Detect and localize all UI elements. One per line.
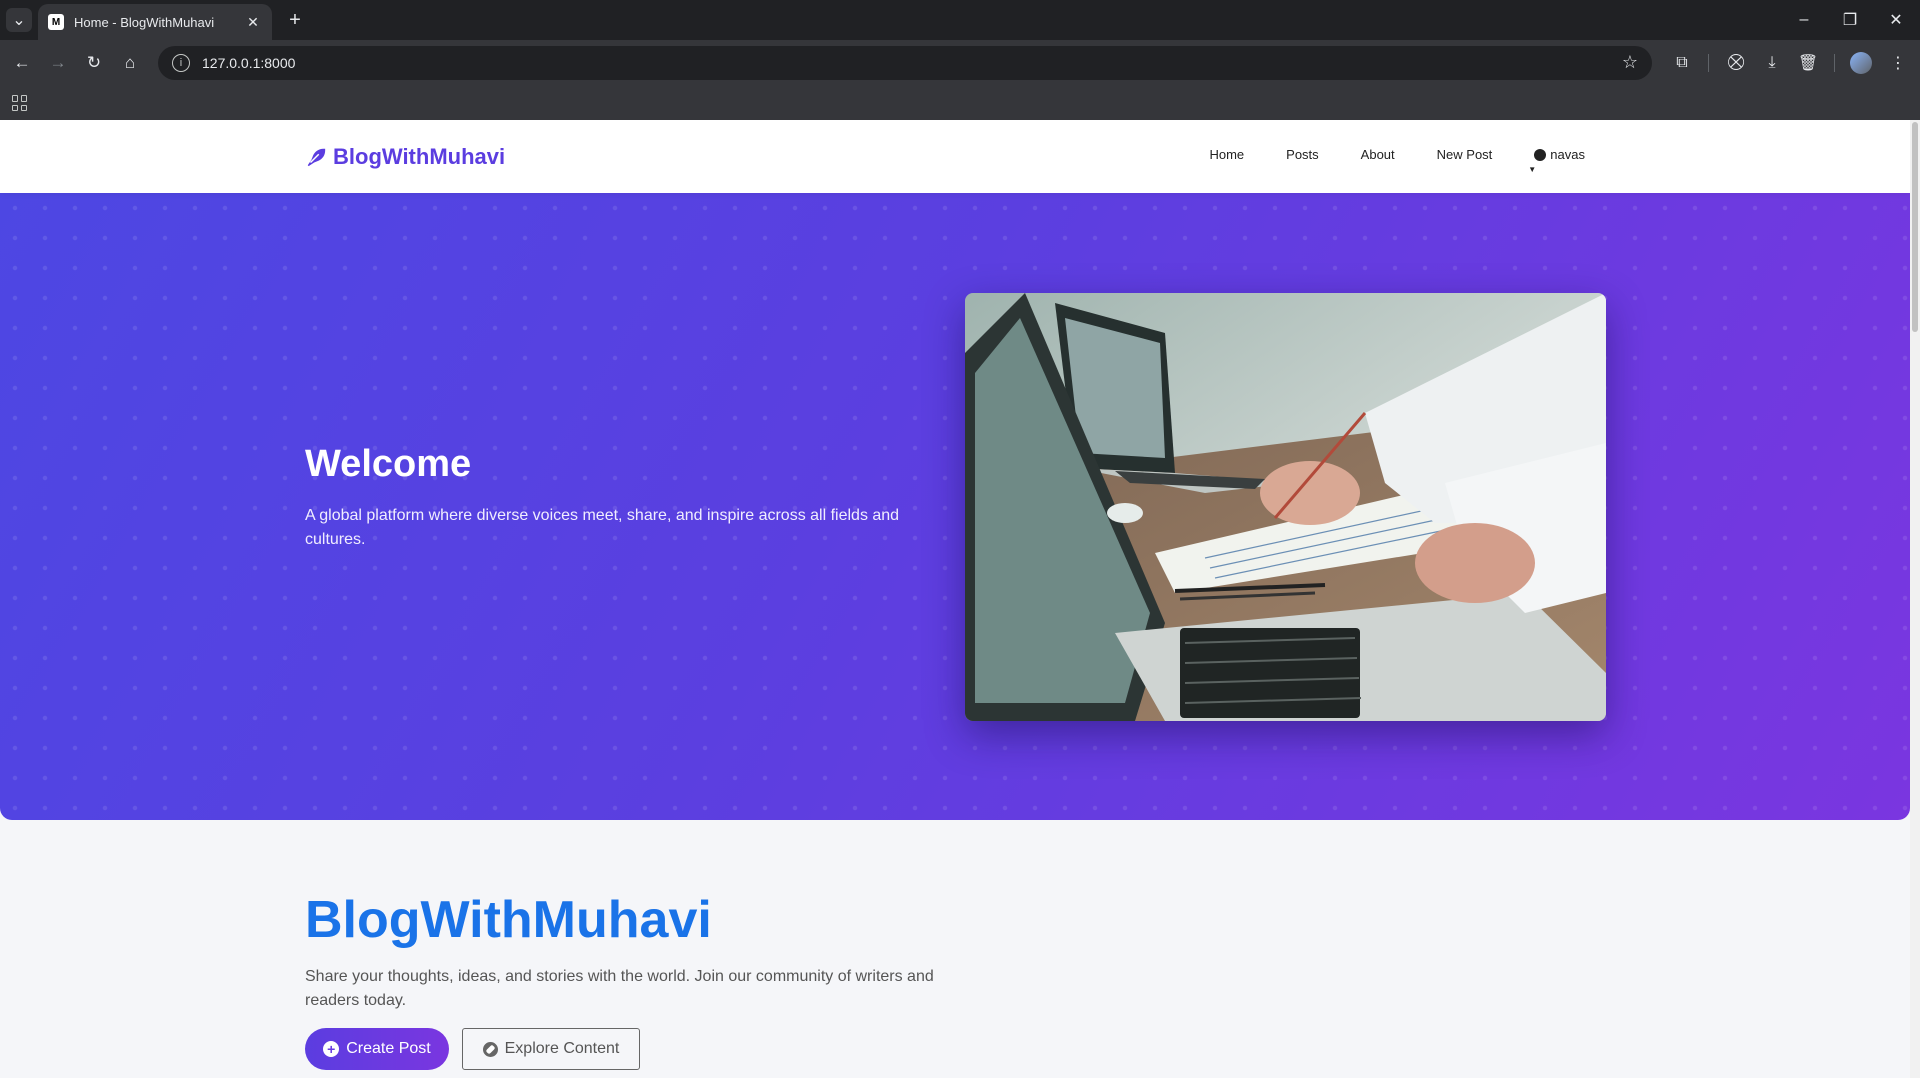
profile-avatar-icon[interactable] xyxy=(1850,52,1872,74)
nav-home[interactable]: Home xyxy=(1209,147,1244,162)
feather-icon xyxy=(307,148,326,167)
nav-about[interactable]: About xyxy=(1361,147,1395,162)
laptops-photo xyxy=(965,293,1606,721)
explore-content-button[interactable]: Explore Content xyxy=(462,1028,640,1070)
hero-subtitle: A global platform where diverse voices m… xyxy=(305,507,900,548)
close-window-icon[interactable]: ✕ xyxy=(1876,6,1916,34)
download-icon[interactable]: ⤓ xyxy=(1758,49,1786,77)
main-nav: Home Posts About New Post navas ▼ xyxy=(1167,147,1585,174)
intro-text: Share your thoughts, ideas, and stories … xyxy=(305,968,934,1009)
browser-tabstrip: ⌄ M Home - BlogWithMuhavi ✕ + – ❐ ✕ xyxy=(0,0,1920,40)
page-scrollbar[interactable] xyxy=(1910,120,1920,1078)
hero-pattern xyxy=(0,193,1910,820)
menu-kebab-icon[interactable]: ⋮ xyxy=(1884,49,1912,77)
close-tab-icon[interactable]: ✕ xyxy=(244,13,262,31)
hero-title: Welcome xyxy=(305,443,472,485)
hero-section: Welcome A global platform where diverse … xyxy=(0,193,1910,820)
nav-posts[interactable]: Posts xyxy=(1286,147,1319,162)
plus-circle-icon: + xyxy=(323,1041,340,1057)
apps-grid-icon[interactable] xyxy=(12,95,28,111)
browser-toolbar: ← → ↻ ⌂ i 127.0.0.1:8000 ☆ ⧉ ⛒ ⤓ 🗑 ⋮ xyxy=(0,40,1920,86)
back-arrow-icon[interactable]: ← xyxy=(8,49,36,77)
site-favicon-icon: M xyxy=(48,14,64,30)
browser-tab[interactable]: M Home - BlogWithMuhavi ✕ xyxy=(38,4,272,40)
minimize-icon[interactable]: – xyxy=(1784,6,1824,34)
toolbar-divider xyxy=(1834,54,1835,72)
new-tab-button[interactable]: + xyxy=(282,8,308,32)
extensions-icon[interactable]: ⧉ xyxy=(1668,49,1696,77)
brand-logo[interactable]: BlogWithMuhavi xyxy=(305,144,505,170)
bookmarks-bar xyxy=(0,86,1920,120)
user-circle-icon xyxy=(1534,148,1547,161)
address-bar[interactable]: i 127.0.0.1:8000 ☆ xyxy=(158,46,1652,80)
site-navbar: BlogWithMuhavi Home Posts About New Post… xyxy=(0,120,1910,193)
user-menu[interactable]: navas ▼ xyxy=(1528,147,1585,174)
page-viewport: BlogWithMuhavi Home Posts About New Post… xyxy=(0,120,1910,1078)
forward-arrow-icon[interactable]: → xyxy=(44,49,72,77)
url-text: 127.0.0.1:8000 xyxy=(202,55,296,71)
tab-search-button[interactable]: ⌄ xyxy=(6,8,32,32)
reload-icon[interactable]: ↻ xyxy=(80,49,108,77)
scrollbar-thumb[interactable] xyxy=(1912,122,1918,332)
caret-down-icon: ▼ xyxy=(1528,165,1537,174)
create-post-label: Create Post xyxy=(346,1040,431,1057)
toolbar-divider xyxy=(1708,54,1709,72)
compass-icon xyxy=(482,1041,498,1057)
hero-image xyxy=(965,293,1606,721)
nav-new-post[interactable]: New Post xyxy=(1437,147,1493,162)
home-icon[interactable]: ⌂ xyxy=(116,49,144,77)
tab-title: Home - BlogWithMuhavi xyxy=(74,14,215,30)
brand-name: BlogWithMuhavi xyxy=(333,144,506,169)
intro-title: BlogWithMuhavi xyxy=(305,891,712,949)
restore-icon[interactable]: ❐ xyxy=(1830,6,1870,34)
incognito-icon[interactable]: ⛒ xyxy=(1722,49,1750,77)
chevron-down-icon: ⌄ xyxy=(12,12,26,29)
create-post-button[interactable]: + Create Post xyxy=(305,1028,449,1070)
site-info-icon[interactable]: i xyxy=(172,54,190,72)
trash-icon[interactable]: 🗑 xyxy=(1794,49,1822,77)
user-name: navas xyxy=(1550,147,1585,162)
explore-content-label: Explore Content xyxy=(504,1040,620,1057)
bookmark-star-icon[interactable]: ☆ xyxy=(1622,52,1638,73)
